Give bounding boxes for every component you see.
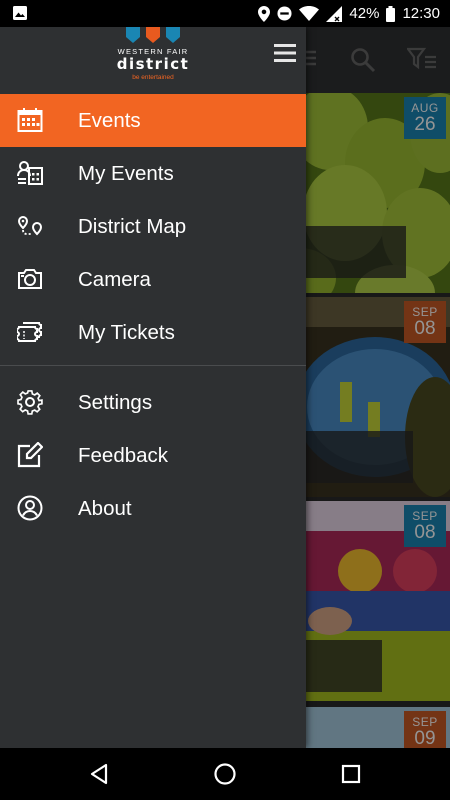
signal-icon bbox=[326, 5, 343, 22]
menu-item-label: District Map bbox=[78, 215, 187, 238]
menu-item-label: My Tickets bbox=[78, 321, 175, 344]
menu-item-camera[interactable]: Camera bbox=[0, 253, 306, 306]
gear-icon bbox=[17, 390, 43, 415]
image-icon bbox=[13, 6, 27, 20]
menu-item-my-tickets[interactable]: My Tickets bbox=[0, 306, 306, 359]
menu-item-label: Camera bbox=[78, 268, 151, 291]
clock: 12:30 bbox=[402, 5, 440, 22]
recents-icon[interactable] bbox=[339, 762, 363, 786]
menu-item-about[interactable]: About bbox=[0, 482, 306, 535]
person-icon bbox=[17, 495, 43, 521]
menu-icon[interactable] bbox=[274, 44, 296, 62]
menu-item-district-map[interactable]: District Map bbox=[0, 200, 306, 253]
menu-item-label: Events bbox=[78, 109, 141, 132]
drawer-scrim[interactable] bbox=[306, 27, 450, 748]
menu-item-settings[interactable]: Settings bbox=[0, 376, 306, 429]
logo-mark-icon bbox=[126, 27, 180, 43]
wifi-icon bbox=[299, 6, 320, 21]
camera-icon bbox=[18, 269, 42, 289]
menu-item-label: Settings bbox=[78, 391, 153, 414]
location-icon bbox=[258, 5, 271, 22]
menu-divider bbox=[0, 365, 306, 366]
home-icon[interactable] bbox=[213, 762, 237, 786]
battery-icon bbox=[386, 5, 396, 22]
status-bar: 42% 12:30 bbox=[0, 0, 450, 27]
navigation-drawer: WESTERN FAIR district be entertained Eve… bbox=[0, 27, 306, 748]
drawer-header: WESTERN FAIR district be entertained bbox=[0, 27, 306, 94]
menu-item-label: My Events bbox=[78, 162, 174, 185]
back-icon[interactable] bbox=[87, 762, 111, 786]
map-route-icon bbox=[17, 215, 43, 236]
ticket-icon bbox=[17, 322, 42, 342]
menu-item-my-events[interactable]: My Events bbox=[0, 147, 306, 200]
my-events-icon bbox=[17, 161, 43, 185]
calendar-icon bbox=[17, 108, 43, 132]
menu-item-label: About bbox=[78, 497, 132, 520]
menu-item-label: Feedback bbox=[78, 444, 169, 467]
edit-icon bbox=[17, 442, 43, 468]
system-navigation-bar bbox=[0, 748, 450, 800]
menu-item-feedback[interactable]: Feedback bbox=[0, 429, 306, 482]
western-fair-logo: WESTERN FAIR district be entertained bbox=[108, 27, 198, 85]
menu-item-events[interactable]: Events bbox=[0, 94, 306, 147]
battery-percent: 42% bbox=[349, 5, 380, 22]
do-not-disturb-icon bbox=[277, 6, 292, 21]
